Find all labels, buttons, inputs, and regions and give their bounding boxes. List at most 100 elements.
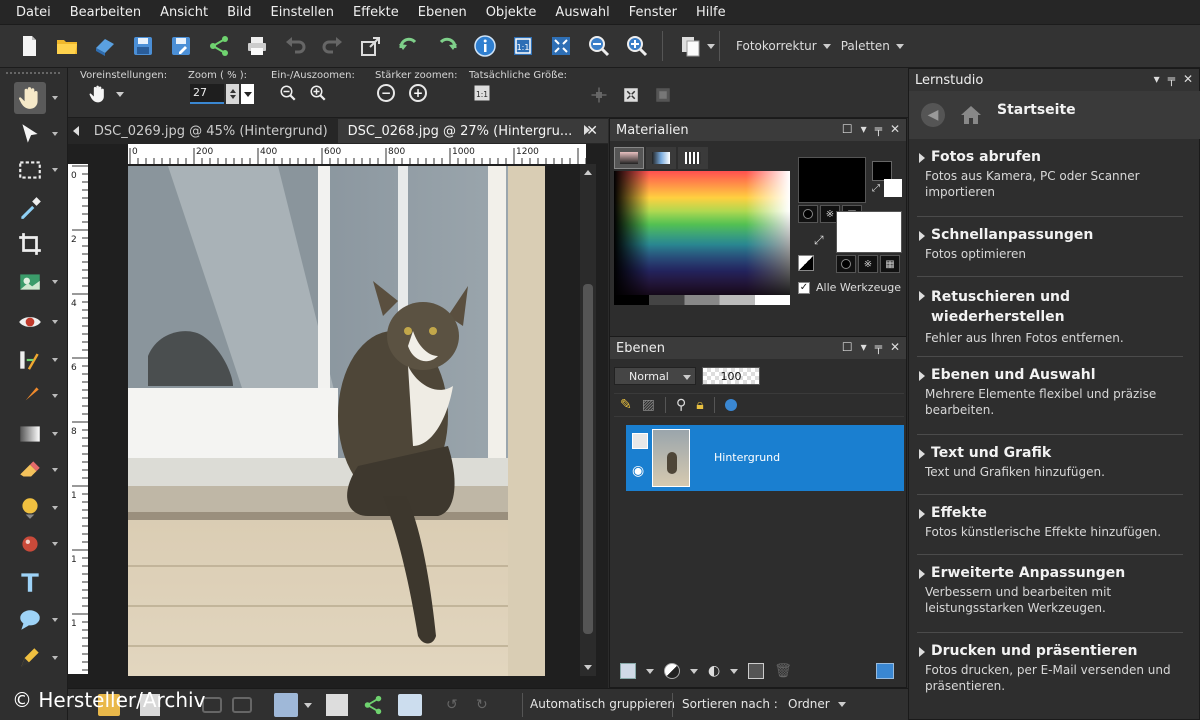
makeover-tool[interactable]	[14, 344, 46, 376]
pen-tool[interactable]	[14, 642, 46, 674]
clone-tool[interactable]	[14, 528, 46, 560]
chevron-down-icon[interactable]	[52, 168, 58, 172]
gradient-tool[interactable]	[14, 418, 46, 450]
layer-row-hintergrund[interactable]: ◉ Hintergrund	[626, 425, 904, 491]
pick-tool[interactable]	[14, 118, 46, 150]
tab-frame[interactable]	[614, 147, 644, 169]
zoom-input[interactable]: 27	[190, 84, 224, 104]
menu-objekte[interactable]: Objekte	[486, 5, 537, 20]
chevron-down-icon[interactable]: ▾	[861, 122, 867, 136]
zoom-spin-button[interactable]	[226, 84, 239, 104]
new-layer-icon[interactable]	[724, 399, 737, 411]
maximize-icon[interactable]: ☐	[842, 340, 853, 354]
red-eye-tool[interactable]	[14, 306, 46, 338]
import-icon[interactable]	[326, 694, 348, 716]
menu-effekte[interactable]: Effekte	[353, 5, 399, 20]
chevron-down-icon[interactable]	[52, 468, 58, 472]
fit-icon[interactable]	[622, 86, 640, 104]
print-button[interactable]	[242, 31, 272, 61]
home-label[interactable]: Startseite	[997, 102, 1076, 118]
chevron-down-icon[interactable]	[52, 280, 58, 284]
trash-icon[interactable]: 🗑︎	[774, 663, 792, 679]
section-erweiterte-anpassungen[interactable]: Erweiterte Anpassungen Verbessern und be…	[917, 565, 1183, 633]
plus-circle-icon[interactable]: +	[409, 84, 427, 102]
save-button[interactable]	[128, 31, 158, 61]
actual-size-button[interactable]: 1:1	[508, 31, 538, 61]
sort-dropdown[interactable]: Ordner	[788, 697, 846, 711]
back-icon[interactable]: ◀	[921, 103, 945, 127]
pattern-style-button[interactable]: ▦	[880, 255, 900, 273]
chevron-down-icon[interactable]	[52, 320, 58, 324]
crop-tool[interactable]	[14, 228, 46, 260]
brush-icon[interactable]: ✎	[620, 397, 632, 413]
undo-button[interactable]	[280, 31, 310, 61]
rotate-left-icon[interactable]: ↺	[446, 697, 468, 713]
checkbox-icon[interactable]: ✓	[798, 281, 810, 294]
fill-window-icon[interactable]	[654, 86, 672, 104]
menu-hilfe[interactable]: Hilfe	[696, 5, 726, 20]
color-picker-rainbow[interactable]	[614, 171, 790, 305]
menu-datei[interactable]: Datei	[16, 5, 51, 20]
share-icon[interactable]	[362, 694, 384, 716]
section-schnellanpassungen[interactable]: Schnellanpassungen Fotos optimieren	[917, 227, 1183, 277]
vertical-scrollbar[interactable]	[580, 164, 596, 676]
align-icon[interactable]	[590, 86, 608, 104]
pin-icon[interactable]: ╤	[875, 122, 882, 136]
section-text-grafik[interactable]: Text und Grafik Text und Grafiken hinzuf…	[917, 445, 1183, 495]
adjustment-layer-icon[interactable]	[664, 663, 680, 679]
eraser-tool[interactable]	[14, 454, 46, 486]
layer-properties-icon[interactable]	[876, 663, 894, 679]
tab-dsc-0269[interactable]: DSC_0269.jpg @ 45% (Hintergrund)	[84, 119, 338, 143]
slideshow-icon[interactable]	[398, 694, 422, 716]
menu-bild[interactable]: Bild	[227, 5, 251, 20]
color-style-button[interactable]	[798, 205, 818, 223]
all-tools-checkbox[interactable]: ✓ Alle Werkzeuge	[798, 281, 901, 294]
group-layer-icon[interactable]	[748, 663, 765, 679]
swap-arrow-icon[interactable]: ⤢	[814, 233, 824, 248]
zoom-out-icon[interactable]	[279, 84, 297, 102]
chevron-down-icon[interactable]	[646, 668, 654, 674]
eye-icon[interactable]: ◉	[632, 463, 644, 479]
menu-fenster[interactable]: Fenster	[629, 5, 677, 20]
close-icon[interactable]: ✕	[890, 340, 900, 354]
rotate-left-button[interactable]	[394, 31, 424, 61]
zoom-in-icon[interactable]	[309, 84, 327, 102]
blend-mode-select[interactable]: Normal	[614, 367, 696, 385]
person-icon[interactable]	[274, 693, 298, 717]
chevron-down-icon[interactable]	[52, 656, 58, 660]
chevron-down-icon[interactable]	[52, 394, 58, 398]
section-drucken[interactable]: Drucken und präsentieren Fotos drucken, …	[917, 643, 1183, 713]
menu-bearbeiten[interactable]: Bearbeiten	[70, 5, 141, 20]
tab-swatches[interactable]	[678, 147, 708, 169]
zoom-dropdown-button[interactable]	[241, 84, 254, 104]
foreground-small-swatch[interactable]	[872, 161, 892, 181]
selection-tool[interactable]	[14, 154, 46, 186]
chevron-down-icon[interactable]	[584, 665, 592, 670]
chevron-down-icon[interactable]	[52, 96, 58, 100]
paletten-dropdown[interactable]: Paletten	[841, 39, 904, 53]
pan-tool[interactable]	[14, 82, 46, 114]
chevron-down-icon[interactable]: ▾	[1154, 72, 1160, 86]
link-icon[interactable]: ⚲	[676, 397, 686, 413]
maximize-icon[interactable]: ☐	[842, 122, 853, 136]
mask-icon[interactable]: ▨	[642, 397, 655, 413]
pin-icon[interactable]: ╤	[875, 340, 882, 354]
background-swatch[interactable]	[836, 211, 902, 253]
presets-dropdown[interactable]	[88, 84, 124, 104]
lock-icon[interactable]: 🔒︎	[696, 397, 703, 413]
smudge-tool[interactable]	[14, 492, 46, 524]
menu-ebenen[interactable]: Ebenen	[418, 5, 467, 20]
tab-rainbow[interactable]	[646, 147, 676, 169]
browse-button[interactable]	[90, 31, 120, 61]
chevron-down-icon[interactable]	[730, 668, 739, 674]
paint-brush-tool[interactable]	[14, 380, 46, 412]
redo-button[interactable]	[318, 31, 348, 61]
color-style-button[interactable]	[836, 255, 856, 273]
gradient-style-button[interactable]: ※	[858, 255, 878, 273]
chevron-right-icon[interactable]	[584, 125, 590, 135]
home-icon[interactable]	[959, 103, 983, 127]
save-as-button[interactable]	[166, 31, 196, 61]
info-button[interactable]	[470, 31, 500, 61]
chevron-down-icon[interactable]	[52, 506, 58, 510]
default-colors-icon[interactable]	[798, 255, 814, 271]
